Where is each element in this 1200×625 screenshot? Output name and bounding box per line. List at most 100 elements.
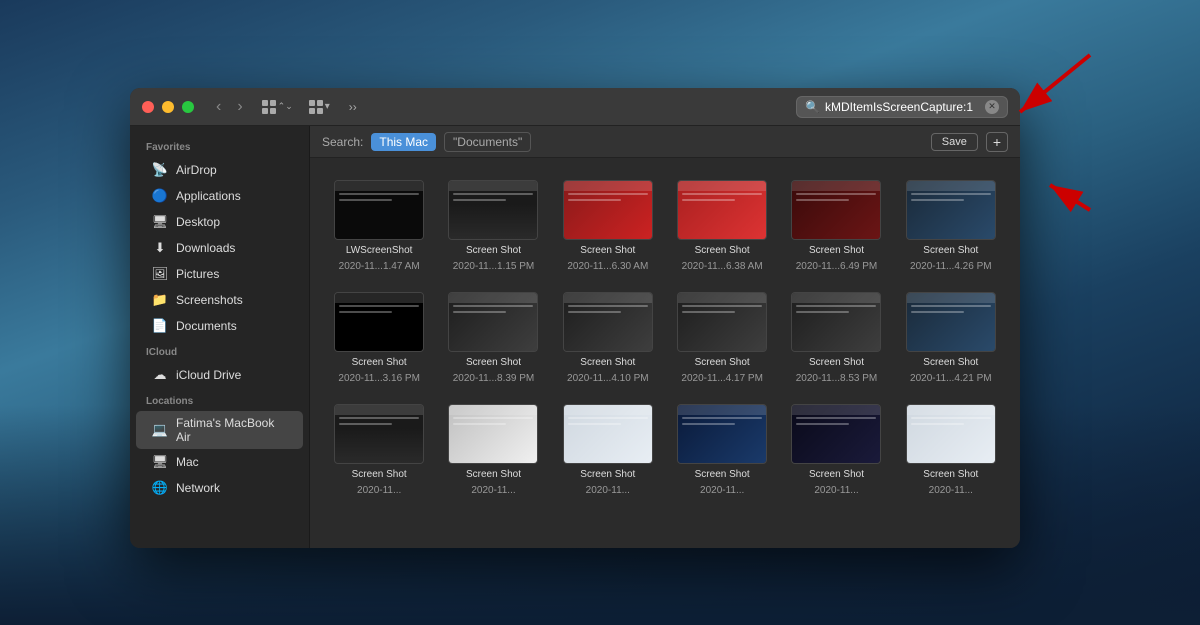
- file-date: 2020-11...1.47 AM: [339, 261, 420, 272]
- thumb-bar: [792, 181, 880, 191]
- back-button[interactable]: ‹: [210, 96, 227, 118]
- thumb-content: [564, 181, 652, 239]
- file-item[interactable]: Screen Shot 2020-11...: [326, 398, 432, 502]
- file-item[interactable]: Screen Shot 2020-11...3.16 PM: [326, 286, 432, 390]
- file-item[interactable]: Screen Shot 2020-11...6.38 AM: [669, 174, 775, 278]
- file-name: Screen Shot: [352, 356, 407, 369]
- sidebar-item-desktop[interactable]: 🖥 Desktop: [136, 209, 303, 235]
- file-item[interactable]: Screen Shot 2020-11...: [555, 398, 661, 502]
- locations-label: Locations: [130, 388, 309, 411]
- thumb-content: [678, 405, 766, 463]
- file-item[interactable]: Screen Shot 2020-11...: [440, 398, 546, 502]
- file-item[interactable]: Screen Shot 2020-11...: [783, 398, 889, 502]
- file-name: Screen Shot: [580, 356, 635, 369]
- favorites-label: Favorites: [130, 134, 309, 157]
- file-date: 2020-11...8.39 PM: [453, 373, 535, 384]
- view-controls: ⌃⌄ ▾: [257, 97, 335, 117]
- thumb-line: [911, 305, 991, 307]
- file-thumbnail: [334, 292, 424, 352]
- downloads-icon: ⬇: [152, 240, 168, 256]
- file-date: 2020-11...4.26 PM: [910, 261, 992, 272]
- sidebar-item-documents[interactable]: 📄 Documents: [136, 313, 303, 339]
- search-bar[interactable]: 🔍 ✕: [796, 96, 1008, 118]
- nav-controls: ‹ ›: [210, 96, 249, 118]
- search-clear-button[interactable]: ✕: [985, 100, 999, 114]
- desktop-label: Desktop: [176, 215, 220, 229]
- thumb-content: [449, 181, 537, 239]
- sidebar-item-icloud[interactable]: ☁ iCloud Drive: [136, 362, 303, 388]
- scope-documents-button[interactable]: "Documents": [444, 132, 531, 152]
- sidebar-item-screenshots[interactable]: 📁 Screenshots: [136, 287, 303, 313]
- file-item[interactable]: Screen Shot 2020-11...4.17 PM: [669, 286, 775, 390]
- sidebar-item-macbook[interactable]: 💻 Fatima's MacBook Air: [136, 411, 303, 449]
- sidebar-item-network[interactable]: 🌐 Network: [136, 475, 303, 501]
- file-item[interactable]: LWScreenShot 2020-11...1.47 AM: [326, 174, 432, 278]
- close-button[interactable]: [142, 101, 154, 113]
- file-item[interactable]: Screen Shot 2020-11...8.39 PM: [440, 286, 546, 390]
- search-input[interactable]: [825, 100, 980, 114]
- thumb-content: [564, 405, 652, 463]
- thumb-content: [335, 405, 423, 463]
- file-item[interactable]: Screen Shot 2020-11...8.53 PM: [783, 286, 889, 390]
- search-icon: 🔍: [805, 100, 820, 114]
- file-thumbnail: [677, 292, 767, 352]
- thumb-line: [796, 193, 876, 195]
- file-item[interactable]: Screen Shot 2020-11...1.15 PM: [440, 174, 546, 278]
- file-item[interactable]: Screen Shot 2020-11...4.21 PM: [898, 286, 1004, 390]
- sidebar-item-airdrop[interactable]: 📡 AirDrop: [136, 157, 303, 183]
- file-date: 2020-11...4.17 PM: [681, 373, 763, 384]
- thumb-content: [335, 181, 423, 239]
- maximize-button[interactable]: [182, 101, 194, 113]
- thumb-line: [568, 199, 621, 201]
- file-date: 2020-11...: [357, 485, 401, 496]
- file-name: Screen Shot: [580, 244, 635, 257]
- thumb-content: [564, 293, 652, 351]
- file-item[interactable]: Screen Shot 2020-11...4.26 PM: [898, 174, 1004, 278]
- gallery-view-button[interactable]: ▾: [304, 97, 335, 117]
- thumb-line: [796, 423, 849, 425]
- applications-icon: 🔵: [152, 188, 168, 204]
- add-criteria-button[interactable]: +: [986, 132, 1008, 152]
- thumb-content: [792, 293, 880, 351]
- network-label: Network: [176, 481, 220, 495]
- sidebar-item-mac[interactable]: 🖥 Mac: [136, 449, 303, 475]
- forward-button[interactable]: ›: [231, 96, 248, 118]
- pictures-icon: 🖼: [152, 266, 168, 282]
- search-scope-label: Search:: [322, 135, 363, 149]
- content-area: Favorites 📡 AirDrop 🔵 Applications 🖥 Des…: [130, 126, 1020, 548]
- thumb-line: [682, 417, 762, 419]
- icon-view-button[interactable]: ⌃⌄: [257, 97, 298, 117]
- sidebar-item-applications[interactable]: 🔵 Applications: [136, 183, 303, 209]
- more-button[interactable]: ››: [343, 97, 363, 117]
- sidebar-item-downloads[interactable]: ⬇ Downloads: [136, 235, 303, 261]
- file-thumbnail: [448, 292, 538, 352]
- file-date: 2020-11...6.30 AM: [567, 261, 648, 272]
- sidebar-item-pictures[interactable]: 🖼 Pictures: [136, 261, 303, 287]
- thumb-bar: [564, 181, 652, 191]
- scope-this-mac-button[interactable]: This Mac: [371, 133, 436, 151]
- file-grid: LWScreenShot 2020-11...1.47 AM Screen Sh…: [310, 158, 1020, 548]
- thumb-bar: [907, 405, 995, 415]
- file-name: Screen Shot: [695, 244, 750, 257]
- macbook-label: Fatima's MacBook Air: [176, 416, 287, 444]
- file-item[interactable]: Screen Shot 2020-11...6.49 PM: [783, 174, 889, 278]
- thumb-line: [453, 417, 533, 419]
- gallery-icon: [309, 100, 323, 114]
- file-name: Screen Shot: [466, 468, 521, 481]
- file-item[interactable]: Screen Shot 2020-11...: [898, 398, 1004, 502]
- airdrop-label: AirDrop: [176, 163, 217, 177]
- file-item[interactable]: Screen Shot 2020-11...6.30 AM: [555, 174, 661, 278]
- file-date: 2020-11...: [929, 485, 973, 496]
- file-date: 2020-11...4.10 PM: [567, 373, 649, 384]
- thumb-content: [907, 293, 995, 351]
- file-item[interactable]: Screen Shot 2020-11...4.10 PM: [555, 286, 661, 390]
- thumb-bar: [335, 405, 423, 415]
- save-button[interactable]: Save: [931, 133, 978, 151]
- file-name: Screen Shot: [352, 468, 407, 481]
- minimize-button[interactable]: [162, 101, 174, 113]
- file-item[interactable]: Screen Shot 2020-11...: [669, 398, 775, 502]
- icloud-icon: ☁: [152, 367, 168, 383]
- icloud-label-text: iCloud Drive: [176, 368, 241, 382]
- gallery-chevron: ▾: [325, 101, 330, 112]
- file-date: 2020-11...6.38 AM: [682, 261, 763, 272]
